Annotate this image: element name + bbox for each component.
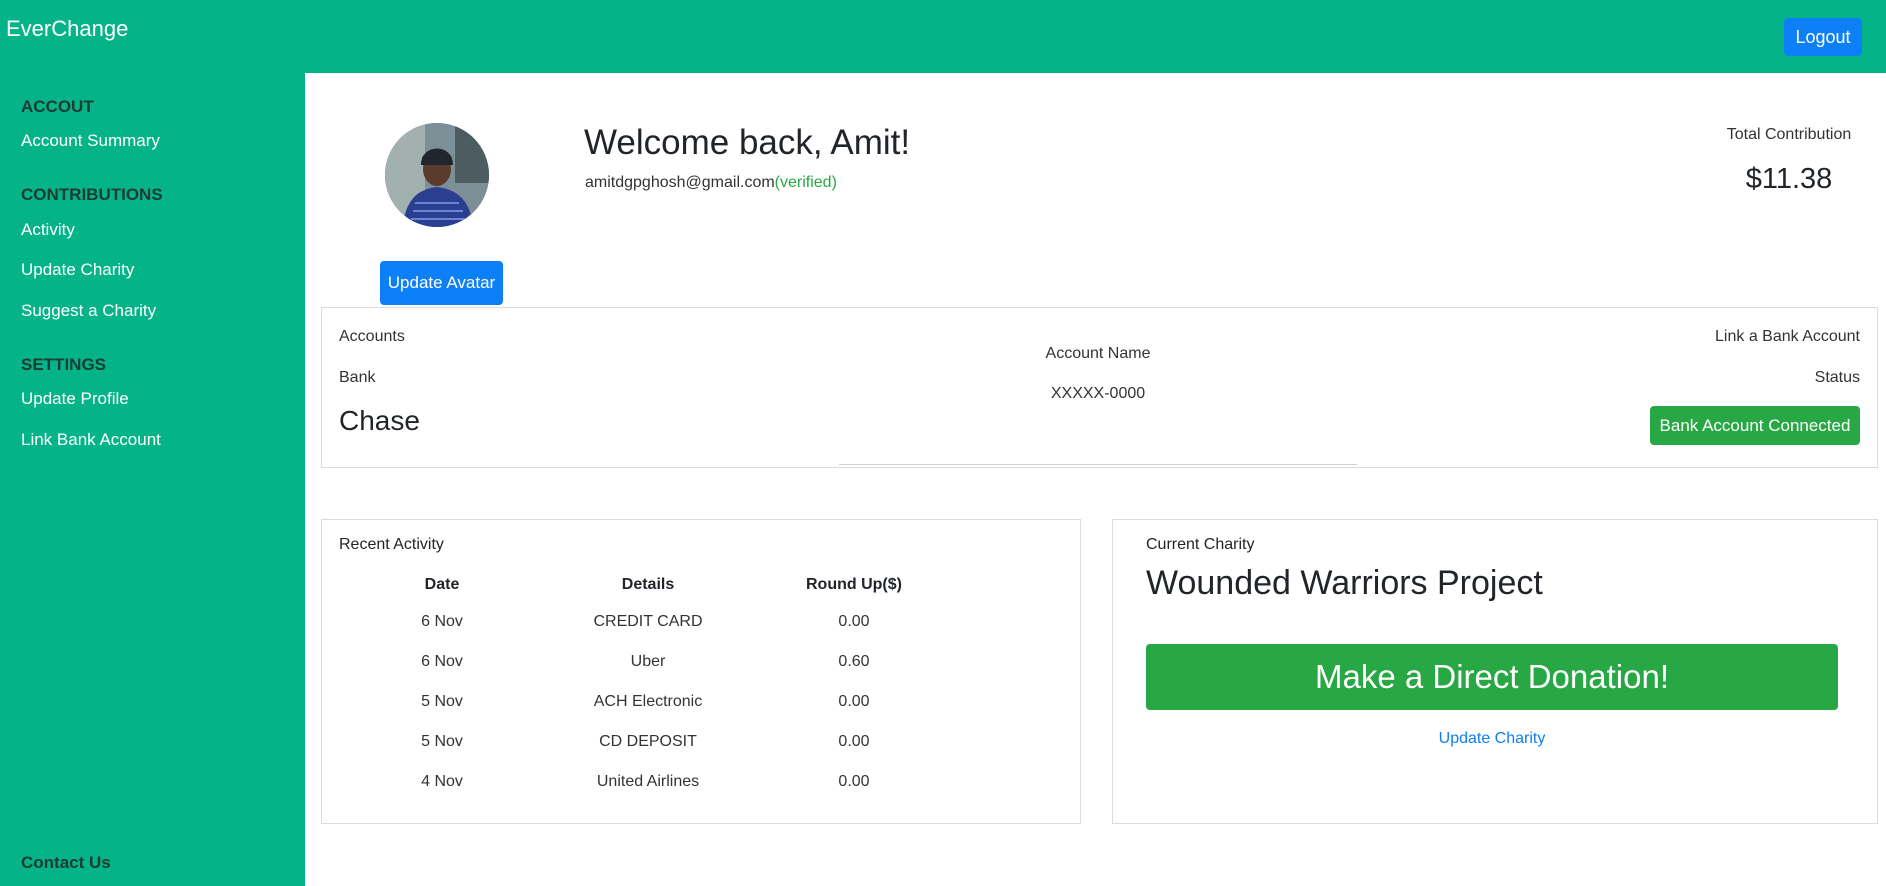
current-charity-card: Current Charity Wounded Warriors Project… xyxy=(1112,519,1878,824)
status-label: Status xyxy=(1814,369,1860,386)
cell-round-up: 0.00 xyxy=(838,733,870,750)
cell-date: 5 Nov xyxy=(421,693,463,710)
link-bank-account-link[interactable]: Link a Bank Account xyxy=(1715,328,1860,346)
accounts-card: Accounts Bank Chase Account Name XXXXX-0… xyxy=(321,307,1878,468)
table-row: 6 Nov CREDIT CARD 0.00 xyxy=(339,602,957,642)
sidebar-heading-settings: SETTINGS xyxy=(21,355,107,374)
welcome-heading: Welcome back, Amit! xyxy=(584,123,911,162)
bank-label: Bank xyxy=(339,369,376,386)
cell-date: 6 Nov xyxy=(421,613,463,630)
table-header-row: Date Details Round Up($) xyxy=(339,568,957,602)
table-row: 5 Nov CD DEPOSIT 0.00 xyxy=(339,722,957,762)
total-contribution-amount: $11.38 xyxy=(1745,163,1833,195)
cell-details: Uber xyxy=(630,653,666,670)
cell-details: CD DEPOSIT xyxy=(599,733,697,750)
verified-badge: (verified) xyxy=(774,174,837,191)
table-row: 4 Nov United Airlines 0.00 xyxy=(339,762,957,802)
sidebar-contact-us[interactable]: Contact Us xyxy=(21,853,111,873)
bank-connected-button[interactable]: Bank Account Connected xyxy=(1650,406,1860,445)
column-header-date: Date xyxy=(424,576,460,593)
cell-round-up: 0.00 xyxy=(838,693,870,710)
cell-details: CREDIT CARD xyxy=(593,613,703,630)
cell-details: United Airlines xyxy=(596,773,700,790)
main-content: Update Avatar Welcome back, Amit! amitdg… xyxy=(305,73,1886,886)
cell-date: 4 Nov xyxy=(421,773,463,790)
table-row: 6 Nov Uber 0.60 xyxy=(339,642,957,682)
cell-date: 6 Nov xyxy=(421,653,463,670)
email-line: amitdgpghosh@gmail.com(verified) xyxy=(585,174,837,192)
recent-activity-card: Recent Activity Date Details Round Up($)… xyxy=(321,519,1081,824)
cell-round-up: 0.00 xyxy=(838,613,870,630)
cell-round-up: 0.00 xyxy=(838,773,870,790)
cell-round-up: 0.60 xyxy=(838,653,870,670)
sidebar-item-account-summary[interactable]: Account Summary xyxy=(21,131,160,151)
cell-date: 5 Nov xyxy=(421,733,463,750)
sidebar-item-update-profile[interactable]: Update Profile xyxy=(21,389,129,409)
account-name-label: Account Name xyxy=(1045,345,1151,362)
column-header-details: Details xyxy=(621,576,675,593)
charity-name: Wounded Warriors Project xyxy=(1146,564,1543,602)
update-avatar-button[interactable]: Update Avatar xyxy=(380,261,503,305)
logout-button[interactable]: Logout xyxy=(1784,18,1862,56)
sidebar-item-link-bank-account[interactable]: Link Bank Account xyxy=(21,430,161,450)
bank-name: Chase xyxy=(339,405,420,436)
brand-logo[interactable]: EverChange xyxy=(6,16,128,42)
sidebar-item-update-charity[interactable]: Update Charity xyxy=(21,260,134,280)
avatar-photo-icon xyxy=(385,123,489,227)
table-row: 5 Nov ACH Electronic 0.00 xyxy=(339,682,957,722)
total-contribution-label: Total Contribution xyxy=(1726,126,1852,143)
recent-activity-title: Recent Activity xyxy=(339,536,444,553)
account-number: XXXXX-0000 xyxy=(1050,385,1146,402)
sidebar-item-activity[interactable]: Activity xyxy=(21,220,75,240)
avatar xyxy=(385,123,489,227)
top-navbar: EverChange Logout xyxy=(0,0,1886,73)
account-divider xyxy=(839,464,1357,465)
cell-details: ACH Electronic xyxy=(593,693,703,710)
accounts-title: Accounts xyxy=(339,328,405,345)
sidebar-item-suggest-charity[interactable]: Suggest a Charity xyxy=(21,301,156,321)
current-charity-label: Current Charity xyxy=(1146,536,1255,553)
direct-donation-button[interactable]: Make a Direct Donation! xyxy=(1146,644,1838,710)
sidebar: ACCOUT Account Summary CONTRIBUTIONS Act… xyxy=(0,73,305,886)
email-address: amitdgpghosh@gmail.com xyxy=(585,174,775,191)
sidebar-heading-contributions: CONTRIBUTIONS xyxy=(21,185,163,204)
update-charity-link[interactable]: Update Charity xyxy=(1146,730,1838,748)
column-header-round-up: Round Up($) xyxy=(806,576,902,593)
sidebar-heading-account: ACCOUT xyxy=(21,97,94,116)
activity-table: Date Details Round Up($) 6 Nov CREDIT CA… xyxy=(339,568,957,802)
